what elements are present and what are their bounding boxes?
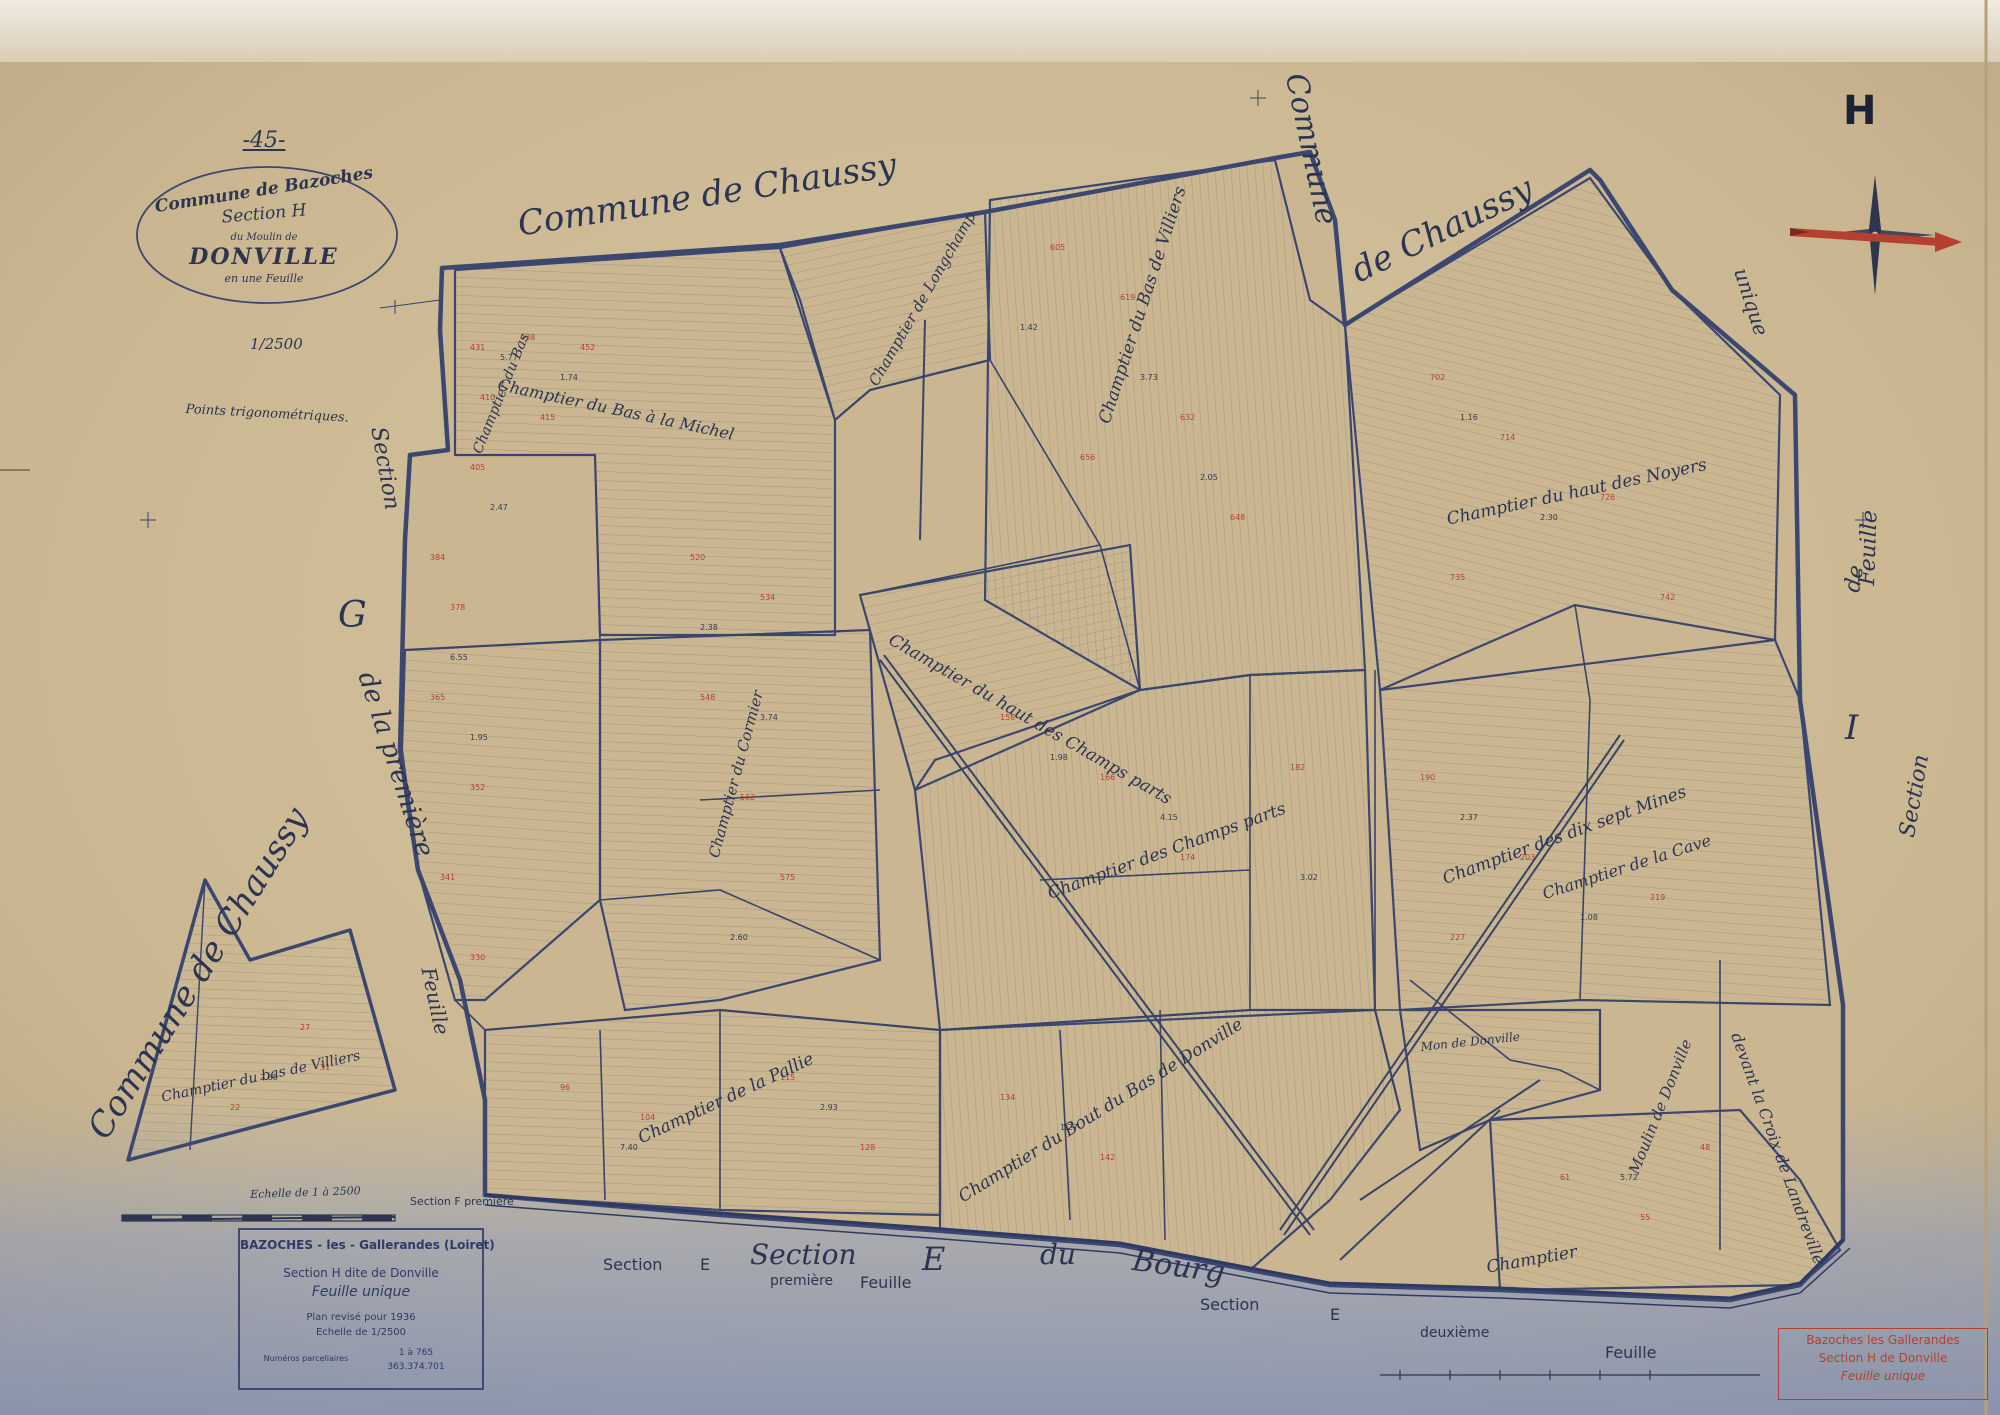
svg-text:2.30: 2.30 xyxy=(1540,513,1558,522)
svg-text:3.02: 3.02 xyxy=(1300,873,1318,882)
legend-section: Section H dite de Donville xyxy=(283,1266,439,1280)
label-section-f: Section F première xyxy=(410,1195,514,1208)
svg-text:575: 575 xyxy=(780,873,795,882)
svg-text:735: 735 xyxy=(1450,573,1465,582)
label-west-letter-g: G xyxy=(338,595,367,636)
sheet-number: -45- xyxy=(242,128,286,153)
legend-n2: 363.374.701 xyxy=(387,1362,445,1372)
label-east-letter-i: I xyxy=(1845,708,1859,748)
legend-echelle-value: 1/2500 xyxy=(370,1327,407,1338)
label-south-deuxieme: deuxième xyxy=(1420,1325,1490,1341)
svg-text:378: 378 xyxy=(450,603,465,612)
label-south-letter-e2: E xyxy=(1330,1305,1341,1324)
legend-echelle-label: Echelle de xyxy=(315,1327,368,1338)
svg-text:190: 190 xyxy=(1420,773,1435,782)
svg-text:548: 548 xyxy=(700,693,715,702)
svg-text:562: 562 xyxy=(740,793,755,802)
svg-text:96: 96 xyxy=(560,1083,570,1092)
svg-text:714: 714 xyxy=(1500,433,1515,442)
svg-text:48: 48 xyxy=(1700,1143,1710,1152)
legend-plan: Plan revisé pour 1936 xyxy=(306,1312,416,1323)
svg-text:1.08: 1.08 xyxy=(1580,913,1598,922)
svg-text:431: 431 xyxy=(470,343,485,352)
revision-stamp: Bazoches les Gallerandes Section H de Do… xyxy=(1778,1328,1988,1400)
svg-text:702: 702 xyxy=(1430,373,1445,382)
svg-text:2.47: 2.47 xyxy=(490,503,508,512)
legend-box: BAZOCHES - les - Gallerandes (Loiret) Se… xyxy=(238,1228,495,1390)
label-south-feuille2: Feuille xyxy=(1605,1343,1657,1362)
svg-text:452: 452 xyxy=(580,343,595,352)
svg-text:7.40: 7.40 xyxy=(620,1143,638,1152)
svg-text:2.93: 2.93 xyxy=(820,1103,838,1112)
stamp-line2: Section H de Donville xyxy=(1818,1351,1948,1365)
sheet-top-edge xyxy=(0,0,2000,62)
svg-text:330: 330 xyxy=(470,953,485,962)
svg-text:134: 134 xyxy=(1000,1093,1015,1102)
svg-text:2.05: 2.05 xyxy=(1200,473,1218,482)
svg-text:1.42: 1.42 xyxy=(1020,323,1038,332)
cartouche-moulin: du Moulin de xyxy=(230,232,298,243)
svg-text:3.73: 3.73 xyxy=(1140,373,1158,382)
legend-echelle-row: Echelle de 1/2500 xyxy=(240,1327,482,1338)
legend-title: BAZOCHES - les - Gallerandes (Loiret) xyxy=(240,1238,495,1252)
cadastral-map-sheet: 431 438 452 410 415 405 384 378 365 352 341 330 … xyxy=(0,0,2000,1415)
svg-text:405: 405 xyxy=(470,463,485,472)
label-south-section-italic: Section xyxy=(750,1238,857,1271)
label-south-feuille: Feuille xyxy=(860,1273,912,1292)
svg-text:3.74: 3.74 xyxy=(760,713,778,722)
svg-text:2.60: 2.60 xyxy=(730,933,748,942)
legend-feuille: Feuille unique xyxy=(311,1284,411,1300)
scale-fraction: 1/2500 xyxy=(250,335,303,353)
svg-text:648: 648 xyxy=(1230,513,1245,522)
svg-text:55: 55 xyxy=(1640,1213,1650,1222)
label-south-premiere: première xyxy=(770,1273,834,1289)
legend-n1: 1 à 765 xyxy=(398,1348,434,1358)
parcel-blocks xyxy=(400,158,1842,1292)
svg-text:632: 632 xyxy=(1180,413,1195,422)
svg-text:656: 656 xyxy=(1080,453,1095,462)
svg-text:384: 384 xyxy=(430,553,445,562)
svg-text:415: 415 xyxy=(540,413,555,422)
svg-text:182: 182 xyxy=(1290,763,1305,772)
label-south-e-large: E xyxy=(922,1240,946,1278)
stamp-line3: Feuille unique xyxy=(1840,1369,1926,1383)
svg-text:605: 605 xyxy=(1050,243,1065,252)
stamp-line1: Bazoches les Gallerandes xyxy=(1806,1333,1960,1347)
svg-text:142: 142 xyxy=(1100,1153,1115,1162)
svg-text:128: 128 xyxy=(860,1143,875,1152)
svg-text:1.74: 1.74 xyxy=(560,373,578,382)
section-letter-h: H xyxy=(1843,88,1877,134)
svg-text:1.98: 1.98 xyxy=(1050,753,1068,762)
svg-text:6.55: 6.55 xyxy=(450,653,468,662)
cartouche: -45- Commune de Bazoches Section H du Mo… xyxy=(138,128,390,310)
svg-text:534: 534 xyxy=(760,593,775,602)
svg-text:219: 219 xyxy=(1650,893,1665,902)
svg-text:2.37: 2.37 xyxy=(1460,813,1478,822)
label-east-feuille: Feuille xyxy=(1855,509,1883,586)
label-south-du: du xyxy=(1040,1238,1076,1271)
label-south-letter-e: E xyxy=(700,1255,711,1274)
cartouche-donville: DONVILLE xyxy=(189,244,339,270)
svg-text:4.15: 4.15 xyxy=(1160,813,1178,822)
svg-text:520: 520 xyxy=(690,553,705,562)
svg-text:352: 352 xyxy=(470,783,485,792)
label-south-section2: Section xyxy=(1200,1295,1260,1314)
svg-text:1.95: 1.95 xyxy=(470,733,488,742)
svg-text:2.38: 2.38 xyxy=(700,623,718,632)
svg-text:61: 61 xyxy=(1560,1173,1570,1182)
cartouche-feuille: en une Feuille xyxy=(224,272,304,285)
svg-text:365: 365 xyxy=(430,693,445,702)
svg-text:341: 341 xyxy=(440,873,455,882)
svg-text:227: 227 xyxy=(1450,933,1465,942)
svg-text:1.16: 1.16 xyxy=(1460,413,1478,422)
label-south-section: Section xyxy=(603,1255,663,1274)
svg-text:742: 742 xyxy=(1660,593,1675,602)
